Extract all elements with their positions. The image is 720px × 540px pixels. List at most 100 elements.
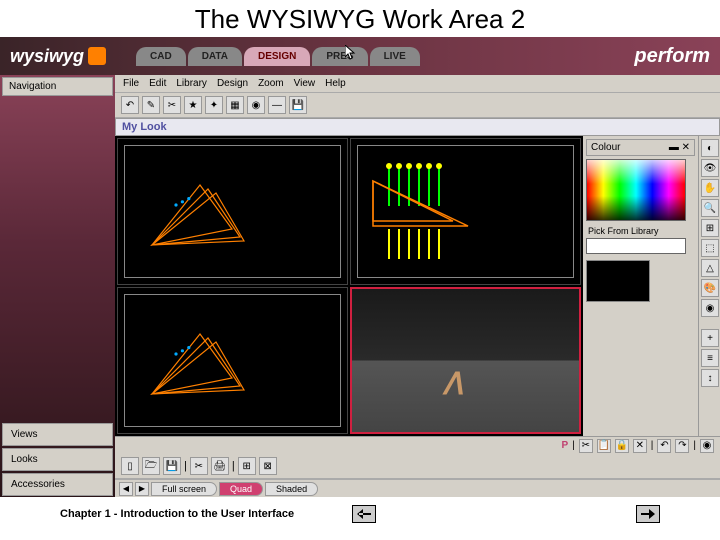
tool-save-icon[interactable]: 💾 [289,96,307,114]
rtool-tri-icon[interactable]: △ [701,259,719,277]
tool-grid-icon[interactable]: ▦ [226,96,244,114]
rtool-palette-icon[interactable]: 🎨 [701,279,719,297]
rtool-contrast-icon[interactable]: ◐ [701,139,719,157]
status-bar: P | ✂ 📋 🔒 ✕ | ↶ ↷ | ◉ [115,436,720,454]
view-tab-quad[interactable]: Quad [219,482,263,496]
status-undo-icon[interactable]: ↶ [657,439,671,453]
color-panel-title: Colour [591,142,620,153]
mode-tab-design[interactable]: DESIGN [244,47,310,66]
view-tab-shaded[interactable]: Shaded [265,482,318,496]
panel-min-icon[interactable]: ▬ ✕ [669,142,690,153]
mtool-cut-icon[interactable]: ✂ [190,457,208,475]
viewport-frame [357,145,574,278]
tab-scroll-left-icon[interactable]: ◀ [119,482,133,496]
brand-label: perform [634,45,710,68]
mode-tab-cad[interactable]: CAD [136,47,186,66]
menu-file[interactable]: File [123,78,139,89]
toolbar-sep: | [184,460,187,472]
mtool-new-icon[interactable]: ▯ [121,457,139,475]
menu-library[interactable]: Library [176,78,207,89]
color-panel-header: Colour ▬ ✕ [586,139,695,156]
status-paste-icon[interactable]: 📋 [597,439,611,453]
tool-target-icon[interactable]: ◉ [247,96,265,114]
sidebar-looks-button[interactable]: Looks [2,448,113,471]
next-icon [641,509,655,519]
tab-scroll-right-icon[interactable]: ▶ [135,482,149,496]
mtool-open-icon[interactable]: 🗁 [142,457,160,475]
footer-text: Chapter 1 - Introduction to the User Int… [60,508,294,520]
mtool-grid1-icon[interactable]: ⊞ [238,457,256,475]
viewport-frame [124,145,341,278]
mode-tab-pres[interactable]: PRES [312,47,367,66]
rendered-figure-icon: 𝛬 [443,368,463,402]
status-cut-icon[interactable]: ✂ [579,439,593,453]
viewport-top-left[interactable] [117,138,348,285]
tool-cut-icon[interactable]: ✂ [163,96,181,114]
mode-tab-data[interactable]: DATA [188,47,242,66]
viewport-top-right[interactable] [350,138,581,285]
sidebar-accessories-button[interactable]: Accessories [2,473,113,496]
status-lock-icon[interactable]: 🔒 [615,439,629,453]
mtool-save-icon[interactable]: 💾 [163,457,181,475]
status-p-label: P [562,440,569,451]
wireframe-beams-icon [140,330,260,410]
status-record-icon[interactable]: ◉ [700,439,714,453]
slide-title: The WYSIWYG Work Area 2 [0,0,720,37]
prev-slide-button[interactable] [352,505,376,523]
logo-graphic [88,47,106,65]
sidebar-views-button[interactable]: Views [2,423,113,446]
app-logo: wysiwyg [10,46,84,67]
rtool-zoom-icon[interactable]: 🔍 [701,199,719,217]
center-area: File Edit Library Design Zoom View Help … [115,75,720,497]
mtool-grid2-icon[interactable]: ⊠ [259,457,277,475]
main-area: Navigation Views Looks Accessories File … [0,75,720,497]
rtool-rect-icon[interactable]: ⬚ [701,239,719,257]
color-picker[interactable] [586,159,686,221]
menu-view[interactable]: View [294,78,316,89]
orange-beams-icon [368,176,488,236]
rtool-grid-icon[interactable]: ⊞ [701,219,719,237]
rtool-circle-icon[interactable]: ◉ [701,299,719,317]
mode-tab-live[interactable]: LIVE [370,47,420,66]
view-tabs-row: ◀ ▶ Full screen Quad Shaded [115,479,720,497]
menu-design[interactable]: Design [217,78,248,89]
library-select[interactable] [586,238,686,254]
right-panel: Colour ▬ ✕ Pick From Library [583,136,698,436]
top-band: wysiwyg CAD DATA DESIGN PRES LIVE perfor… [0,37,720,75]
slide-nav [352,505,660,523]
menu-bar: File Edit Library Design Zoom View Help [115,75,720,93]
tool-spark-icon[interactable]: ✦ [205,96,223,114]
toolbar-top: ↶ ✎ ✂ ★ ✦ ▦ ◉ — 💾 [115,93,720,118]
viewports-row: 𝛬 Colour ▬ ✕ Pick From Library [115,136,720,436]
next-slide-button[interactable] [636,505,660,523]
tool-line-icon[interactable]: — [268,96,286,114]
tool-undo-icon[interactable]: ↶ [121,96,139,114]
menu-help[interactable]: Help [325,78,346,89]
viewport-bottom-right[interactable]: 𝛬 [350,287,581,434]
mode-tabs: CAD DATA DESIGN PRES LIVE [136,47,420,66]
status-redo-icon[interactable]: ↷ [675,439,689,453]
viewport-bottom-left[interactable] [117,287,348,434]
mtool-print-icon[interactable]: 🖨 [211,457,229,475]
viewport-frame [124,294,341,427]
view-tab-fullscreen[interactable]: Full screen [151,482,217,496]
rtool-lines-icon[interactable]: ≡ [701,349,719,367]
rtool-plus-icon[interactable]: + [701,329,719,347]
status-close-icon[interactable]: ✕ [633,439,647,453]
menu-zoom[interactable]: Zoom [258,78,284,89]
rtool-updown-icon[interactable]: ↕ [701,369,719,387]
app-window: wysiwyg CAD DATA DESIGN PRES LIVE perfor… [0,37,720,497]
look-title: My Look [115,118,720,136]
left-sidebar: Navigation Views Looks Accessories [0,75,115,497]
wireframe-beams-icon [140,181,260,261]
color-swatch [586,260,650,302]
slide-footer: Chapter 1 - Introduction to the User Int… [0,497,720,527]
status-sep2: | [651,440,654,451]
menu-edit[interactable]: Edit [149,78,166,89]
tool-edit-icon[interactable]: ✎ [142,96,160,114]
tool-star-icon[interactable]: ★ [184,96,202,114]
rtool-eye-icon[interactable]: 👁 [701,159,719,177]
nav-header: Navigation [2,77,113,96]
toolbar-sep2: | [232,460,235,472]
rtool-hand-icon[interactable]: ✋ [701,179,719,197]
